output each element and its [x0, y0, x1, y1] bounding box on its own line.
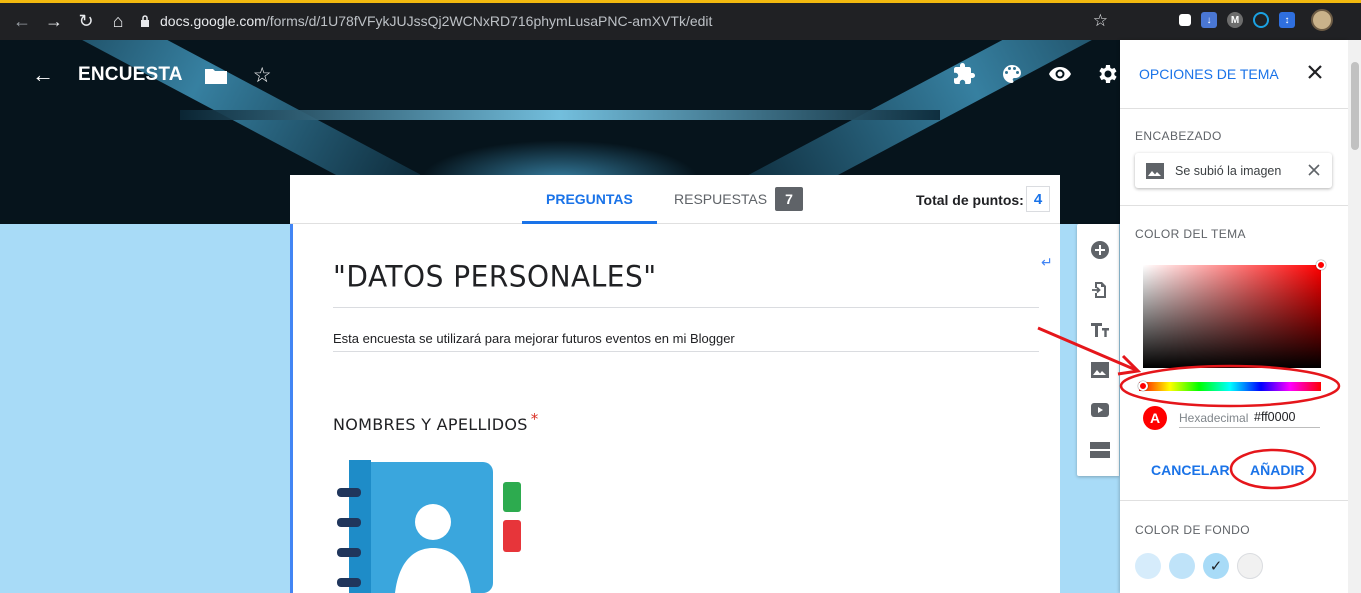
hue-slider-handle[interactable] — [1138, 381, 1148, 391]
background-swatch-selected[interactable]: ✓ — [1203, 553, 1229, 579]
question-title-text: NOMBRES Y APELLIDOS — [333, 415, 528, 434]
background-swatch-lightest[interactable] — [1135, 553, 1161, 579]
question-toolbar — [1077, 224, 1119, 476]
form-title[interactable]: "DATOS PERSONALES" — [333, 259, 657, 294]
responses-count-badge: 7 — [775, 187, 803, 211]
form-header-card: "DATOS PERSONALES" ↵ Esta encuesta se ut… — [290, 224, 1060, 593]
forms-header-bar: ← ENCUESTA ☆ — [0, 40, 1120, 110]
folder-icon[interactable] — [204, 67, 227, 84]
extension-m-icon[interactable]: M — [1227, 12, 1243, 28]
address-bar[interactable]: docs.google.com/forms/d/1U78fVFykJUJssQj… — [140, 7, 1120, 35]
title-underline — [333, 307, 1039, 308]
browser-toolbar: ← → ↻ ⌂ docs.google.com/forms/d/1U78fVFy… — [0, 0, 1361, 40]
page-scrollbar[interactable] — [1348, 40, 1361, 593]
add-image-icon[interactable] — [1090, 360, 1110, 380]
contact-book-image[interactable] — [331, 452, 531, 593]
header-section-label: ENCABEZADO — [1135, 129, 1222, 143]
url-path: /forms/d/1U78fVFykJUJssQj2WCNxRD716phymL… — [265, 13, 713, 29]
total-points-value: 4 — [1026, 186, 1050, 212]
close-icon[interactable] — [1305, 62, 1325, 82]
settings-gear-icon[interactable] — [1096, 62, 1120, 86]
total-points-label: Total de puntos: — [916, 192, 1024, 208]
selected-color-swatch: A — [1143, 406, 1167, 430]
hue-slider[interactable] — [1139, 382, 1321, 391]
extension-download-icon[interactable]: ↓ — [1201, 12, 1217, 28]
browser-forward-icon[interactable]: → — [38, 6, 70, 38]
import-questions-icon[interactable] — [1090, 280, 1110, 300]
uploaded-image-chip[interactable]: Se subió la imagen — [1135, 153, 1332, 188]
hex-label: Hexadecimal — [1179, 411, 1249, 425]
form-tabs-bar: PREGUNTAS RESPUESTAS 7 Total de puntos: … — [290, 175, 1060, 224]
bookmark-star-icon[interactable]: ☆ — [1093, 11, 1108, 31]
background-swatch-gray[interactable] — [1237, 553, 1263, 579]
form-description[interactable]: Esta encuesta se utilizará para mejorar … — [333, 331, 735, 346]
profile-avatar[interactable] — [1311, 9, 1333, 31]
add-question-icon[interactable] — [1090, 240, 1110, 260]
remove-image-icon[interactable] — [1307, 163, 1321, 177]
browser-home-icon[interactable]: ⌂ — [102, 6, 134, 38]
background-color-section-label: COLOR DE FONDO — [1135, 523, 1250, 537]
cancel-button[interactable]: CANCELAR — [1151, 462, 1230, 478]
preview-eye-icon[interactable] — [1048, 62, 1072, 86]
lock-icon — [141, 15, 149, 27]
header-actions — [952, 62, 1120, 86]
saturation-handle[interactable] — [1316, 260, 1326, 270]
tab-questions[interactable]: PREGUNTAS — [522, 191, 657, 224]
palette-icon[interactable] — [1000, 62, 1024, 86]
add-video-icon[interactable] — [1090, 400, 1110, 420]
description-underline — [333, 351, 1039, 352]
star-icon[interactable]: ☆ — [253, 63, 272, 88]
uploaded-image-label: Se subió la imagen — [1175, 163, 1282, 178]
back-arrow-icon[interactable]: ← — [32, 62, 56, 88]
divider — [1120, 205, 1348, 206]
addons-icon[interactable] — [952, 62, 976, 86]
theme-options-panel: OPCIONES DE TEMA ENCABEZADO Se subió la … — [1120, 40, 1348, 593]
theme-color-section-label: COLOR DEL TEMA — [1135, 227, 1246, 241]
hex-input-underline — [1179, 427, 1320, 428]
title-text-icon[interactable] — [1090, 320, 1110, 340]
extension-notes-icon[interactable] — [1179, 14, 1191, 26]
add-button[interactable]: AÑADIR — [1250, 462, 1304, 478]
browser-reload-icon[interactable]: ↻ — [70, 6, 102, 38]
browser-back-icon[interactable]: ← — [6, 6, 38, 38]
extensions-row: ↓ M ↕ — [1179, 9, 1333, 31]
image-icon — [1146, 162, 1164, 179]
extension-translate-icon[interactable]: ↕ — [1279, 12, 1295, 28]
extension-shield-icon[interactable] — [1253, 12, 1269, 28]
url-host: docs.google.com — [160, 13, 266, 29]
add-section-icon[interactable] — [1090, 440, 1110, 460]
scrollbar-thumb[interactable] — [1351, 62, 1359, 150]
background-swatch-light[interactable] — [1169, 553, 1195, 579]
question-title[interactable]: NOMBRES Y APELLIDOS * — [333, 410, 539, 434]
divider — [1120, 500, 1348, 501]
divider — [1120, 108, 1348, 109]
panel-title: OPCIONES DE TEMA — [1139, 66, 1279, 82]
enter-arrow-icon: ↵ — [1041, 254, 1053, 270]
required-asterisk: * — [530, 410, 539, 428]
tab-responses[interactable]: RESPUESTAS — [674, 191, 767, 207]
hex-input[interactable]: #ff0000 — [1254, 410, 1295, 424]
color-saturation-picker[interactable] — [1143, 265, 1321, 368]
form-document-title[interactable]: ENCUESTA — [78, 64, 183, 86]
